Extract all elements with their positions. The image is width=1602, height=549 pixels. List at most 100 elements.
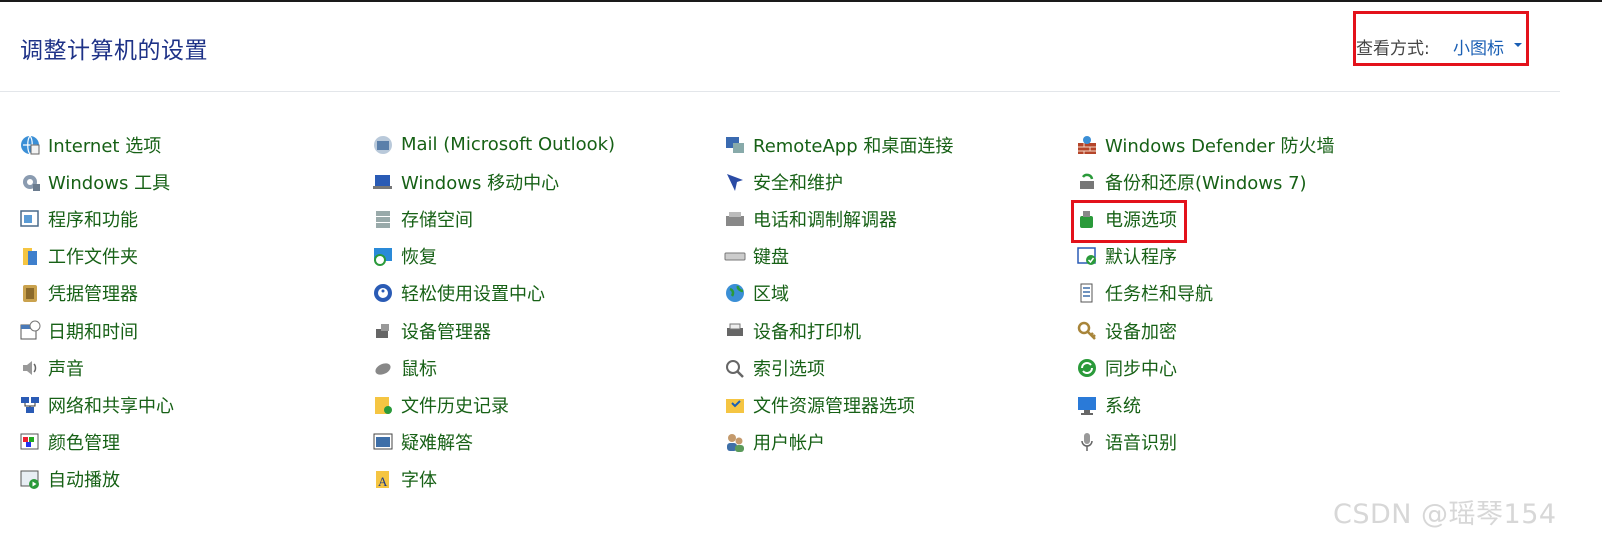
control-panel-item-sound[interactable]: 声音 — [18, 349, 174, 386]
device-encryption-icon — [1075, 319, 1098, 342]
item-label: 文件历史记录 — [401, 395, 509, 417]
chevron-down-icon[interactable] — [1514, 43, 1522, 47]
control-panel-item-recovery[interactable]: 恢复 — [371, 238, 615, 275]
item-label: 程序和功能 — [48, 209, 138, 231]
item-label: 恢复 — [401, 247, 437, 269]
item-label: 日期和时间 — [48, 321, 138, 343]
control-panel-item-ease-of-access[interactable]: 轻松使用设置中心 — [371, 275, 615, 312]
recovery-icon — [371, 245, 394, 268]
control-panel-item-fonts[interactable]: A 字体 — [371, 461, 615, 498]
control-panel-item-remoteapp[interactable]: RemoteApp 和桌面连接 — [723, 126, 953, 163]
ease-of-access-icon — [371, 282, 394, 305]
item-label: 默认程序 — [1105, 247, 1177, 269]
speech-recognition-icon — [1075, 431, 1098, 454]
control-panel-item-windows-tools[interactable]: Windows 工具 — [18, 163, 174, 200]
control-panel-item-devices-printers[interactable]: 设备和打印机 — [723, 312, 953, 349]
control-panel-item-work-folders[interactable]: 工作文件夹 — [18, 238, 174, 275]
item-label: 同步中心 — [1105, 358, 1177, 380]
sound-icon — [18, 356, 41, 379]
control-panel-item-backup-restore[interactable]: 备份和还原(Windows 7) — [1075, 163, 1334, 200]
keyboard-icon — [723, 245, 746, 268]
item-label: Internet 选项 — [48, 135, 162, 157]
file-history-icon — [371, 393, 394, 416]
windows-tools-icon — [18, 170, 41, 193]
devices-printers-icon — [723, 319, 746, 342]
internet-options-icon — [18, 133, 41, 156]
control-panel-item-internet-options[interactable]: Internet 选项 — [18, 126, 174, 163]
view-by-dropdown[interactable]: 小图标 — [1453, 34, 1504, 59]
item-label: 文件资源管理器选项 — [753, 395, 915, 417]
user-accounts-icon — [723, 431, 746, 454]
region-icon — [723, 282, 746, 305]
column-3: RemoteApp 和桌面连接 安全和维护电话和调制解调器键盘区域设备和打印机索引… — [723, 126, 953, 461]
item-label: Windows 工具 — [48, 172, 171, 194]
item-label: 自动播放 — [48, 470, 120, 492]
item-label: RemoteApp 和桌面连接 — [753, 135, 954, 157]
mouse-icon — [371, 356, 394, 379]
item-label: 键盘 — [753, 247, 789, 269]
header-divider — [0, 91, 1560, 92]
item-label: 区域 — [753, 284, 789, 306]
backup-restore-icon — [1075, 170, 1098, 193]
troubleshooting-icon — [371, 431, 394, 454]
item-label: 备份和还原(Windows 7) — [1105, 172, 1307, 194]
control-panel-item-troubleshooting[interactable]: 疑难解答 — [371, 424, 615, 461]
date-time-icon — [18, 319, 41, 342]
control-panel-item-phone-modem[interactable]: 电话和调制解调器 — [723, 200, 953, 237]
control-panel-item-sync-center[interactable]: 同步中心 — [1075, 349, 1334, 386]
item-label: 凭据管理器 — [48, 284, 138, 306]
control-panel-item-storage-spaces[interactable]: 存储空间 — [371, 200, 615, 237]
control-panel-item-firewall[interactable]: Windows Defender 防火墙 — [1075, 126, 1334, 163]
control-panel-item-mobility-center[interactable]: Windows 移动中心 — [371, 163, 615, 200]
control-panel-item-mouse[interactable]: 鼠标 — [371, 349, 615, 386]
control-panel-item-network-sharing[interactable]: 网络和共享中心 — [18, 386, 174, 423]
system-icon — [1075, 393, 1098, 416]
item-label: 安全和维护 — [753, 172, 843, 194]
control-panel-item-device-encryption[interactable]: 设备加密 — [1075, 312, 1334, 349]
page-title: 调整计算机的设置 — [20, 38, 208, 64]
item-label: 设备和打印机 — [753, 321, 861, 343]
control-panel-item-indexing-options[interactable]: 索引选项 — [723, 349, 953, 386]
item-label: Windows 移动中心 — [401, 172, 560, 194]
control-panel-item-mail[interactable]: Mail (Microsoft Outlook) — [371, 126, 615, 163]
storage-spaces-icon — [371, 207, 394, 230]
device-manager-icon — [371, 319, 394, 342]
credential-manager-icon — [18, 282, 41, 305]
sync-center-icon — [1075, 356, 1098, 379]
control-panel-item-color-management[interactable]: 颜色管理 — [18, 424, 174, 461]
control-panel-item-system[interactable]: 系统 — [1075, 386, 1334, 423]
column-4: Windows Defender 防火墙 备份和还原(Windows 7) 电源选项… — [1075, 126, 1334, 461]
network-sharing-icon — [18, 393, 41, 416]
control-panel-item-file-history[interactable]: 文件历史记录 — [371, 386, 615, 423]
control-panel-item-taskbar-navigation[interactable]: 任务栏和导航 — [1075, 275, 1334, 312]
item-label: 疑难解答 — [401, 433, 473, 455]
autoplay-icon — [18, 468, 41, 491]
power-options-highlight-box — [1071, 200, 1187, 243]
fonts-icon: A — [371, 468, 394, 491]
item-label: 语音识别 — [1105, 433, 1177, 455]
item-label: 颜色管理 — [48, 433, 120, 455]
control-panel-item-region[interactable]: 区域 — [723, 275, 953, 312]
view-by-label: 查看方式: — [1356, 39, 1430, 59]
control-panel-item-user-accounts[interactable]: 用户帐户 — [723, 424, 953, 461]
indexing-options-icon — [723, 356, 746, 379]
item-label: 声音 — [48, 358, 84, 380]
file-explorer-options-icon — [723, 393, 746, 416]
item-label: 设备加密 — [1105, 321, 1177, 343]
control-panel-item-programs-features[interactable]: 程序和功能 — [18, 200, 174, 237]
color-management-icon — [18, 431, 41, 454]
remoteapp-icon — [723, 133, 746, 156]
control-panel-item-autoplay[interactable]: 自动播放 — [18, 461, 174, 498]
control-panel-item-device-manager[interactable]: 设备管理器 — [371, 312, 615, 349]
control-panel-item-date-time[interactable]: 日期和时间 — [18, 312, 174, 349]
control-panel-item-security-maintenance[interactable]: 安全和维护 — [723, 163, 953, 200]
control-panel-item-keyboard[interactable]: 键盘 — [723, 238, 953, 275]
control-panel-item-credential-manager[interactable]: 凭据管理器 — [18, 275, 174, 312]
security-maintenance-icon — [723, 170, 746, 193]
control-panel-item-file-explorer-options[interactable]: 文件资源管理器选项 — [723, 386, 953, 423]
control-panel-item-speech-recognition[interactable]: 语音识别 — [1075, 424, 1334, 461]
column-1: Internet 选项 Windows 工具 程序和功能工作文件夹凭据管理器日期和时… — [18, 126, 174, 498]
control-panel-item-default-programs[interactable]: 默认程序 — [1075, 238, 1334, 275]
programs-features-icon — [18, 207, 41, 230]
item-label: Mail (Microsoft Outlook) — [401, 134, 616, 156]
